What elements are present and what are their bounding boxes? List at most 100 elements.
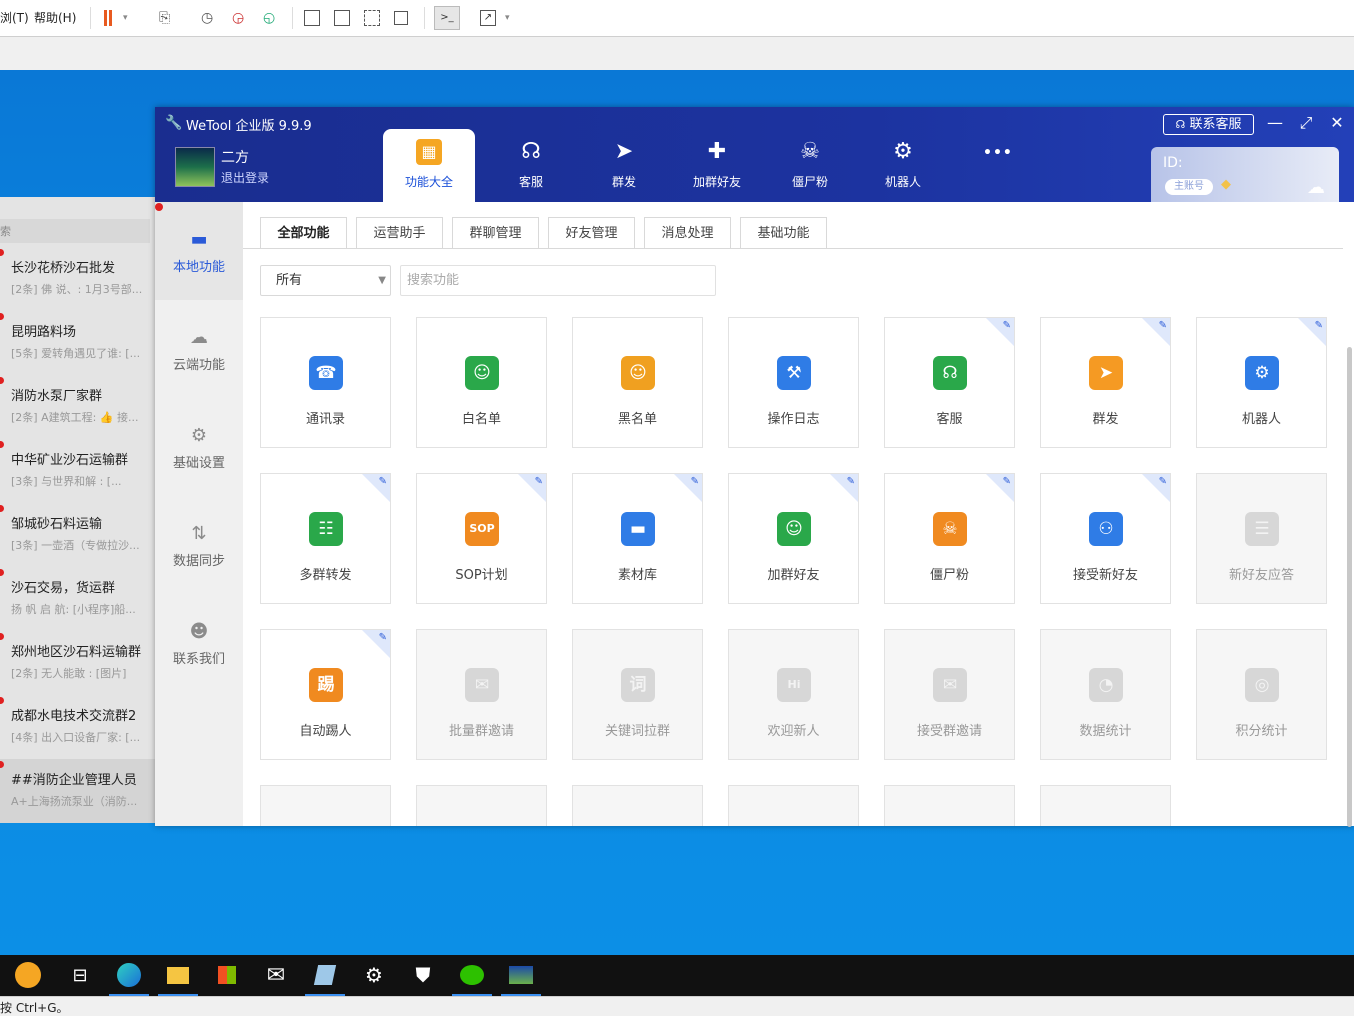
menu-help[interactable]: 帮助(H) (34, 9, 76, 26)
nav-tab[interactable]: ▦ 功能大全 (383, 129, 475, 202)
feature-card[interactable]: ☰ 新好友应答 (1196, 473, 1327, 604)
nav-tab[interactable]: ➤ 群发 (578, 129, 670, 202)
feature-card[interactable]: Hi 欢迎新人 (728, 629, 859, 760)
contact-service-button[interactable]: ☊ 联系客服 (1163, 114, 1254, 135)
pin-icon[interactable]: ✎ (1159, 320, 1167, 331)
pin-icon[interactable]: ✎ (535, 476, 543, 487)
window-icon[interactable] (394, 11, 408, 25)
feature-card[interactable]: ✎ ⚙ 机器人 (1196, 317, 1327, 448)
feature-card[interactable]: ✎ ➤ 群发 (1040, 317, 1171, 448)
clock-back-icon[interactable]: ◶ (231, 8, 251, 28)
nav-tab[interactable]: ☊ 客服 (485, 129, 577, 202)
pin-icon[interactable]: ✎ (1315, 320, 1323, 331)
category-select[interactable]: 所有 ▼ (260, 265, 391, 296)
feature-card-partial[interactable] (260, 785, 391, 826)
side-nav-item[interactable]: ▬ 本地功能 (155, 202, 243, 300)
chat-list-item[interactable]: 昆明路料场 [5条] 爱转角遇见了谁: [... (0, 311, 156, 375)
menu-partial[interactable]: 浏(T) (0, 9, 29, 26)
feature-card[interactable]: ✎ 踢自动踢人 (260, 629, 391, 760)
feature-card[interactable]: ✎ ⚇ 接受新好友 (1040, 473, 1171, 604)
avatar[interactable] (175, 147, 215, 187)
layout-left-icon[interactable] (304, 10, 320, 26)
pin-icon[interactable]: ✎ (1003, 476, 1011, 487)
chat-list-item[interactable]: 郑州地区沙石料运输群 [2条] 无人能敢 : [图片] (0, 631, 156, 695)
feature-card[interactable]: ☺ 白名单 (416, 317, 547, 448)
chat-list-item[interactable]: 消防水泵厂家群 [2条] A建筑工程: 👍 接... (0, 375, 156, 439)
side-nav-item[interactable]: ☁ 云端功能 (155, 300, 243, 398)
content-tab[interactable]: 基础功能 (740, 217, 827, 248)
nav-tab[interactable]: ☠ 僵尸粉 (764, 129, 856, 202)
chevron-down-icon[interactable]: ▾ (504, 8, 524, 28)
content-tab[interactable]: 全部功能 (260, 217, 347, 249)
clock-icon[interactable]: ◷ (200, 8, 220, 28)
expand-icon[interactable]: ↗ (480, 10, 496, 26)
feature-card-partial[interactable] (416, 785, 547, 826)
pin-icon[interactable]: ✎ (1003, 320, 1011, 331)
account-card[interactable]: ID: 主账号 ◆ ☁ (1151, 147, 1339, 202)
fullscreen-icon[interactable] (364, 10, 380, 26)
content-tab[interactable]: 群聊管理 (452, 217, 539, 248)
close-button[interactable]: ✕ (1326, 112, 1348, 134)
terminal-icon[interactable]: >_ (434, 6, 460, 30)
feature-card[interactable]: ☎ 通讯录 (260, 317, 391, 448)
mail-icon[interactable]: ✉ (252, 955, 300, 996)
bars-icon[interactable] (100, 8, 120, 28)
feature-card[interactable]: ✎ SOP SOP计划 (416, 473, 547, 604)
chat-list-item[interactable]: 中华矿业沙石运输群 [3条] 与世界和解 : [... (0, 439, 156, 503)
chevron-down-icon[interactable]: ▾ (122, 8, 142, 28)
more-icon[interactable]: ••• (983, 145, 1013, 161)
clock-share-icon[interactable]: ◵ (262, 8, 282, 28)
chat-list-item[interactable]: 邹城砂石料运输 [3条] 一壶酒（专做拉沙... (0, 503, 156, 567)
feature-card[interactable]: ◎ 积分统计 (1196, 629, 1327, 760)
feature-card[interactable]: ⚒ 操作日志 (728, 317, 859, 448)
weather-icon[interactable] (0, 955, 56, 996)
nav-tab[interactable]: ✚ 加群好友 (671, 129, 763, 202)
feature-card-partial[interactable] (884, 785, 1015, 826)
scrollbar[interactable] (1347, 347, 1352, 827)
pin-icon[interactable]: ✎ (847, 476, 855, 487)
feature-card[interactable]: 词关键词拉群 (572, 629, 703, 760)
store-icon[interactable] (203, 955, 251, 996)
minimize-button[interactable]: — (1264, 112, 1286, 134)
chat-list-item[interactable]: 沙石交易，货运群扬 帆 启 航: [小程序]船... (0, 567, 156, 631)
feature-card[interactable]: ✉ 批量群邀请 (416, 629, 547, 760)
chat-list-item[interactable]: ##消防企业管理人员 A+上海扬流泵业（消防... (0, 759, 156, 823)
content-tab[interactable]: 运营助手 (356, 217, 443, 248)
search-input[interactable] (400, 265, 716, 296)
nav-tab[interactable]: ⚙ 机器人 (857, 129, 949, 202)
feature-card[interactable]: ◔ 数据统计 (1040, 629, 1171, 760)
feature-card[interactable]: ✎ ☠ 僵尸粉 (884, 473, 1015, 604)
maximize-button[interactable]: ⤢ (1295, 112, 1317, 134)
feature-card[interactable]: ✎ ☊ 客服 (884, 317, 1015, 448)
feature-card-partial[interactable] (1040, 785, 1171, 826)
pin-icon[interactable]: ✎ (691, 476, 699, 487)
security-icon[interactable]: ⛊ (399, 955, 447, 996)
settings-icon[interactable]: ⚙ (350, 955, 398, 996)
layout-bottom-icon[interactable] (334, 10, 350, 26)
pin-icon[interactable]: ✎ (1159, 476, 1167, 487)
feature-card[interactable]: ✎ ☷ 多群转发 (260, 473, 391, 604)
wetool-taskbar-icon[interactable] (497, 955, 545, 996)
feature-card-partial[interactable] (728, 785, 859, 826)
task-view-icon[interactable]: ⊟ (56, 955, 104, 996)
feature-card[interactable]: ✎ ▬ 素材库 (572, 473, 703, 604)
explorer-icon[interactable] (154, 955, 202, 996)
side-nav-item[interactable]: ⚙ 基础设置 (155, 398, 243, 496)
network-icon[interactable]: ⎘ (158, 8, 178, 28)
feature-card-partial[interactable] (572, 785, 703, 826)
chat-list-item[interactable]: 长沙花桥沙石批发 [2条] 佛 说、: 1月3号部... (0, 247, 156, 311)
feature-card[interactable]: ☺ 黑名单 (572, 317, 703, 448)
chat-list-item[interactable]: 成都水电技术交流群2 [4条] 出入口设备厂家: [... (0, 695, 156, 759)
side-nav-item[interactable]: ⇅ 数据同步 (155, 496, 243, 594)
logout-link[interactable]: 退出登录 (221, 169, 269, 186)
edge-icon[interactable] (105, 955, 153, 996)
feature-card[interactable]: ✎ ☺ 加群好友 (728, 473, 859, 604)
side-nav-item[interactable]: ☻ 联系我们 (155, 594, 243, 692)
feature-card[interactable]: ✉ 接受群邀请 (884, 629, 1015, 760)
content-tab[interactable]: 消息处理 (644, 217, 731, 248)
wechat-icon[interactable] (448, 955, 496, 996)
notes-icon[interactable] (301, 955, 349, 996)
content-tab[interactable]: 好友管理 (548, 217, 635, 248)
pin-icon[interactable]: ✎ (379, 476, 387, 487)
pin-icon[interactable]: ✎ (379, 632, 387, 643)
